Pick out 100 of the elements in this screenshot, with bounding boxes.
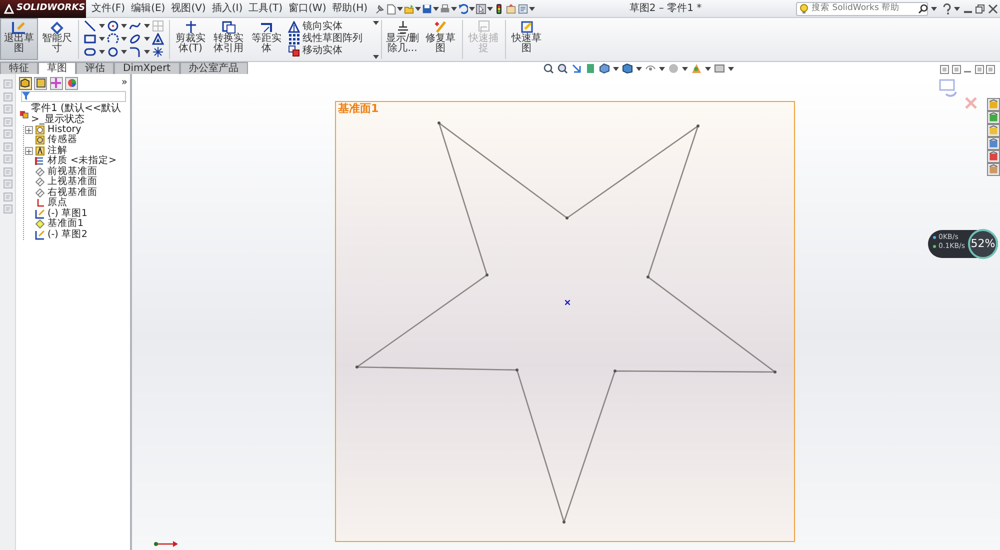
select-cursor-icon[interactable] bbox=[475, 2, 488, 14]
tree-item[interactable]: 零件1 (默认<<默认>_显示状态 bbox=[31, 102, 128, 124]
circle-icon[interactable] bbox=[106, 20, 118, 32]
restore-icon[interactable] bbox=[974, 65, 984, 74]
file-properties-icon[interactable] bbox=[517, 2, 530, 14]
close-icon[interactable] bbox=[988, 4, 998, 14]
view-settings-icon[interactable] bbox=[714, 63, 725, 74]
print-icon[interactable] bbox=[439, 2, 452, 14]
menu-item[interactable]: 文件(F) bbox=[88, 0, 128, 18]
line-icon[interactable] bbox=[84, 20, 96, 32]
ribbon-button[interactable]: 等距实体 bbox=[248, 18, 286, 60]
expand-toggle[interactable]: + bbox=[24, 146, 32, 155]
caret-icon[interactable] bbox=[144, 37, 150, 41]
tab[interactable]: 办公室产品 bbox=[180, 62, 248, 74]
tab[interactable]: 评估 bbox=[76, 62, 114, 74]
move-icon[interactable] bbox=[288, 44, 300, 56]
caret-icon[interactable] bbox=[372, 54, 378, 58]
restore-icon[interactable] bbox=[975, 4, 985, 14]
ribbon-menu-item[interactable]: 镜向实体 bbox=[302, 20, 342, 32]
expand-toggle[interactable]: + bbox=[24, 126, 32, 134]
caret-icon[interactable] bbox=[487, 6, 494, 10]
tab[interactable]: DimXpert bbox=[114, 62, 180, 74]
fillet-icon[interactable] bbox=[129, 46, 141, 58]
tree-item[interactable]: 右视基准面 bbox=[48, 188, 98, 198]
caret-icon[interactable] bbox=[954, 6, 960, 10]
options-icon[interactable] bbox=[505, 2, 518, 14]
caret-icon[interactable] bbox=[397, 6, 404, 10]
ribbon-button[interactable]: 快速草图 bbox=[508, 18, 546, 60]
tree-item[interactable]: 基准面1 bbox=[48, 219, 84, 230]
tab[interactable]: 草图 bbox=[38, 62, 76, 74]
new-document-icon[interactable] bbox=[385, 2, 398, 14]
tree-item[interactable]: 前视基准面 bbox=[48, 166, 98, 177]
caret-icon[interactable] bbox=[144, 24, 150, 28]
tree-item[interactable]: 传感器 bbox=[48, 135, 78, 146]
caret-icon[interactable] bbox=[144, 50, 150, 54]
menu-item[interactable]: 窗口(W) bbox=[286, 0, 330, 18]
caret-icon[interactable] bbox=[529, 6, 536, 10]
ellipse-icon[interactable] bbox=[129, 33, 141, 45]
panel-tab[interactable] bbox=[18, 76, 32, 90]
tree-item[interactable]: (-) 草图1 bbox=[48, 208, 88, 219]
circle-icon[interactable] bbox=[106, 46, 118, 58]
rectangle-icon[interactable] bbox=[84, 33, 96, 45]
caret-icon[interactable] bbox=[121, 50, 127, 54]
ribbon-button[interactable]: 转换实体引用 bbox=[210, 18, 248, 60]
caret-icon[interactable] bbox=[636, 66, 642, 70]
point-icon[interactable] bbox=[152, 46, 164, 58]
caret-icon[interactable] bbox=[121, 37, 127, 41]
caret-icon[interactable] bbox=[98, 24, 104, 28]
menu-item[interactable]: 视图(V) bbox=[168, 0, 209, 18]
caret-icon[interactable] bbox=[930, 6, 936, 10]
caret-icon[interactable] bbox=[372, 20, 378, 24]
filter-field[interactable] bbox=[20, 90, 126, 102]
save-icon[interactable] bbox=[421, 2, 434, 14]
caret-icon[interactable] bbox=[469, 6, 476, 10]
menu-item[interactable]: 帮助(H) bbox=[329, 0, 371, 18]
tree-item[interactable]: 材质 <未指定> bbox=[48, 156, 116, 166]
caret-icon[interactable] bbox=[98, 50, 104, 54]
mirror-icon[interactable] bbox=[288, 20, 300, 32]
help-icon[interactable] bbox=[942, 2, 952, 14]
caret-icon[interactable] bbox=[658, 66, 665, 70]
previous-view-icon[interactable] bbox=[570, 63, 582, 74]
expand-panel-button[interactable]: » bbox=[121, 77, 128, 89]
slot-icon[interactable] bbox=[84, 46, 96, 58]
caret-icon[interactable] bbox=[704, 66, 711, 70]
caret-icon[interactable] bbox=[451, 6, 458, 10]
search-icon[interactable] bbox=[918, 4, 928, 14]
panel-tab[interactable] bbox=[34, 76, 47, 90]
ribbon-menu-item[interactable]: 移动实体 bbox=[302, 44, 342, 56]
ribbon-button[interactable]: 修复草图 bbox=[422, 18, 460, 60]
undo-icon[interactable] bbox=[457, 2, 470, 14]
maximize-icon[interactable] bbox=[986, 65, 995, 74]
ribbon-button[interactable]: 显示/删除几... bbox=[384, 18, 422, 60]
arc-icon[interactable] bbox=[106, 33, 118, 45]
tab[interactable]: 特征 bbox=[0, 62, 38, 74]
zoom-area-icon[interactable] bbox=[556, 63, 568, 74]
tree-item[interactable]: History bbox=[48, 124, 82, 135]
tree-item[interactable]: 注解 bbox=[48, 146, 68, 156]
caret-icon[interactable] bbox=[121, 24, 127, 28]
search-field[interactable]: 搜索 SolidWorks 帮助 bbox=[796, 2, 928, 16]
menu-item[interactable]: 编辑(E) bbox=[128, 0, 168, 18]
tree-item[interactable]: 上视基准面 bbox=[48, 177, 98, 188]
triangle-icon[interactable] bbox=[152, 33, 164, 45]
caret-icon[interactable] bbox=[682, 66, 688, 70]
ribbon-button[interactable]: 智能尺寸 bbox=[38, 18, 76, 60]
viewport-single-icon[interactable] bbox=[940, 65, 949, 74]
caret-icon[interactable] bbox=[415, 6, 422, 10]
pattern-icon[interactable] bbox=[288, 32, 300, 44]
caret-icon[interactable] bbox=[98, 37, 104, 41]
caret-icon[interactable] bbox=[612, 66, 619, 70]
tree-item[interactable]: 原点 bbox=[48, 198, 68, 208]
panel-tab[interactable] bbox=[65, 76, 78, 90]
spline-icon[interactable] bbox=[129, 20, 141, 32]
menu-item[interactable]: 工具(T) bbox=[246, 0, 286, 18]
tree-item[interactable]: (-) 草图2 bbox=[48, 230, 88, 240]
ribbon-button[interactable]: 退出草图 bbox=[0, 18, 38, 60]
caret-icon[interactable] bbox=[728, 66, 734, 70]
zoom-fit-icon[interactable] bbox=[542, 63, 554, 74]
ribbon-button[interactable]: 剪裁实体(T) bbox=[172, 18, 210, 60]
menu-item[interactable]: 插入(I) bbox=[208, 0, 246, 18]
caret-icon[interactable] bbox=[433, 6, 440, 10]
